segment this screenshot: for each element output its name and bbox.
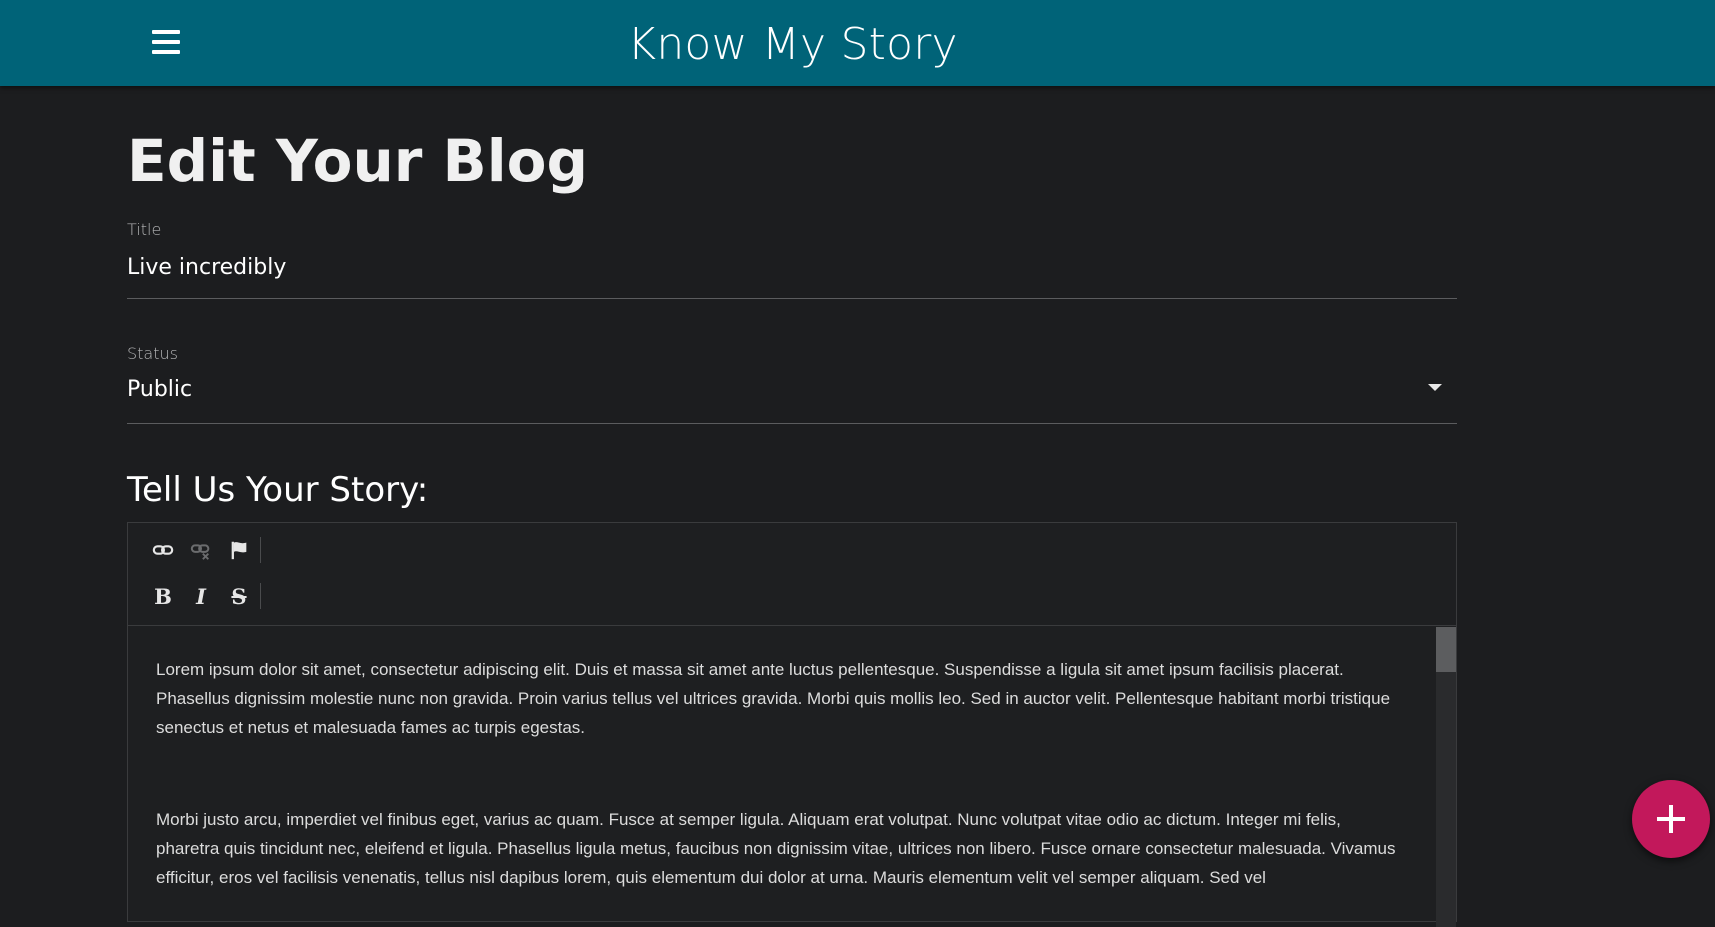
editor-toolbar: B I S: [128, 523, 1456, 626]
title-input[interactable]: [127, 255, 1327, 280]
toolbar-divider: [260, 537, 261, 563]
app-title[interactable]: Know My Story: [0, 0, 1585, 86]
scrollbar-thumb[interactable]: [1436, 627, 1456, 672]
italic-button[interactable]: I: [182, 581, 220, 611]
editor-scrollbar[interactable]: [1436, 627, 1456, 927]
unlink-icon: [190, 544, 210, 560]
add-button[interactable]: [1632, 780, 1710, 858]
editor-content[interactable]: Lorem ipsum dolor sit amet, consectetur …: [128, 627, 1436, 927]
story-heading: Tell Us Your Story:: [127, 470, 429, 510]
editor-paragraph: Morbi justo arcu, imperdiet vel finibus …: [156, 810, 1396, 887]
rich-text-editor[interactable]: B I S Lorem ipsum dolor sit amet, consec…: [127, 522, 1457, 927]
status-label: Status: [127, 344, 178, 363]
unlink-button[interactable]: [182, 535, 220, 565]
link-icon: [152, 545, 174, 555]
strikethrough-button[interactable]: S: [220, 581, 258, 611]
page-title: Edit Your Blog: [127, 127, 588, 195]
title-field[interactable]: Title: [127, 220, 1457, 299]
dropdown-arrow-icon[interactable]: [1428, 384, 1442, 391]
app-bar: Know My Story: [0, 0, 1715, 86]
link-button[interactable]: [144, 535, 182, 565]
bold-button[interactable]: B: [144, 581, 182, 611]
status-select[interactable]: Status Public: [127, 344, 1457, 424]
editor-paragraph: Lorem ipsum dolor sit amet, consectetur …: [156, 660, 1391, 737]
toolbar-divider: [260, 583, 261, 609]
status-selected-value[interactable]: Public: [127, 377, 1327, 402]
format-tool-group: B I S: [144, 581, 261, 611]
title-label: Title: [127, 220, 162, 239]
flag-icon: [231, 541, 247, 560]
anchor-button[interactable]: [220, 535, 258, 565]
plus-icon: [1657, 805, 1685, 833]
link-tool-group: [144, 535, 261, 565]
